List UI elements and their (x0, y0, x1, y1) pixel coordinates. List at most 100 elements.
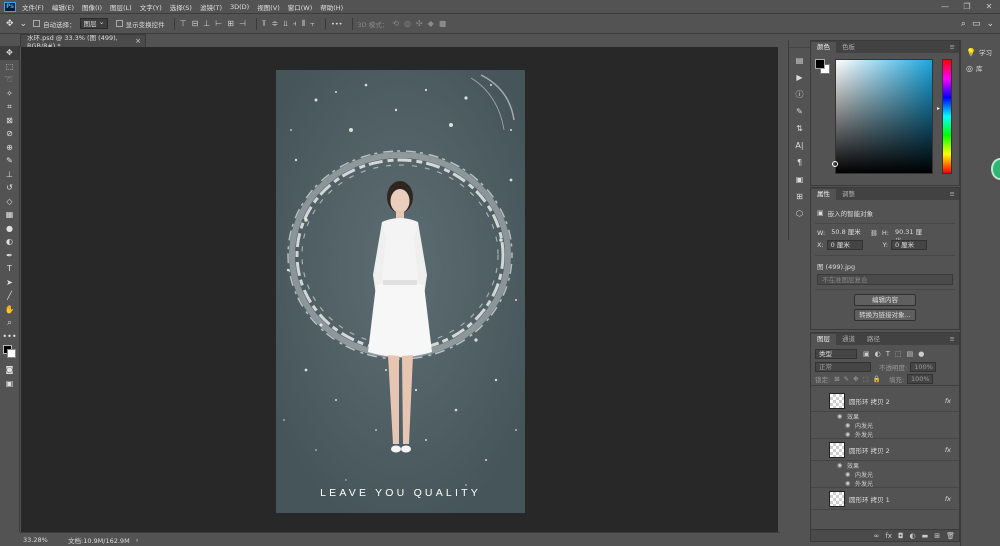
add-style-icon[interactable]: fx (885, 532, 892, 540)
fill-field[interactable]: 100% (907, 374, 934, 384)
hand-tool-icon[interactable]: ✋ (0, 303, 19, 317)
minimize-icon[interactable]: — (934, 2, 956, 11)
tab-adjustments[interactable]: 调整 (836, 189, 861, 200)
close-icon[interactable]: ✕ (978, 2, 1000, 11)
blur-tool-icon[interactable]: ● (0, 222, 19, 236)
roll-3d-icon[interactable]: ◎ (404, 19, 411, 28)
effect-item[interactable]: ◉ 内发光 (811, 470, 959, 479)
move-tool-icon[interactable]: ✥ (0, 46, 19, 60)
menu-file[interactable]: 文件(F) (22, 2, 44, 12)
new-layer-icon[interactable]: ⊞ (934, 532, 940, 540)
document-tab[interactable]: 水环.psd @ 33.3% (图 (499), RGB/8#) * × (20, 34, 146, 50)
info-panel-icon[interactable]: ⓘ (789, 86, 810, 103)
default-colors-icon[interactable] (0, 343, 19, 363)
layer-row[interactable]: 圆形环 拷贝 1 fx (811, 488, 959, 510)
width-value[interactable]: 50.8 厘米 (828, 228, 864, 238)
menu-select[interactable]: 选择(S) (170, 2, 192, 12)
foreground-color-swatch[interactable] (815, 59, 825, 69)
move-tool-icon[interactable]: ✥ (6, 19, 14, 29)
brush-tool-icon[interactable]: ✎ (0, 154, 19, 168)
align-left-icon[interactable]: ⊢ (215, 19, 222, 28)
panel-menu-icon[interactable]: ≡ (950, 334, 955, 345)
healing-brush-tool-icon[interactable]: ⊕ (0, 141, 19, 155)
brush-settings-icon[interactable]: ✎ (789, 103, 810, 120)
color-picker-field[interactable] (835, 59, 933, 174)
eye-icon[interactable]: ◉ (837, 462, 847, 469)
history-brush-tool-icon[interactable]: ↺ (0, 181, 19, 195)
effect-item[interactable]: ◉ 内发光 (811, 421, 959, 430)
auto-select-checkbox[interactable] (33, 20, 41, 27)
slide-3d-icon[interactable]: ◆ (428, 19, 434, 28)
eyedropper-tool-icon[interactable]: ⊘ (0, 127, 19, 141)
menu-layer[interactable]: 图层(L) (110, 2, 132, 12)
filter-type-icon[interactable]: T (886, 350, 890, 358)
distribute-right-icon[interactable]: ⫟ (310, 19, 315, 29)
new-adjustment-icon[interactable]: ◐ (910, 532, 916, 540)
lock-artboard-icon[interactable]: ⬚ (863, 375, 869, 383)
gradient-tool-icon[interactable]: ▦ (0, 208, 19, 222)
distribute-top-icon[interactable]: ⫪ (262, 19, 267, 29)
delete-layer-icon[interactable]: 🗑 (946, 532, 955, 540)
panel-menu-icon[interactable]: ≡ (950, 42, 955, 53)
distribute-hcenter-icon[interactable]: ⦀ (302, 19, 306, 29)
menu-help[interactable]: 帮助(H) (320, 2, 343, 12)
show-transform-checkbox[interactable] (115, 20, 123, 27)
document-canvas[interactable] (276, 70, 525, 513)
zoom-tool-icon[interactable]: ⌕ (0, 316, 19, 330)
height-value[interactable]: 90.31 厘米 (892, 228, 928, 245)
add-mask-icon[interactable]: ◘ (898, 532, 904, 540)
layer-fx-icon[interactable]: fx (945, 446, 951, 454)
hue-slider[interactable] (942, 59, 952, 174)
adjustments-icon[interactable]: ⇅ (789, 120, 810, 137)
opacity-field[interactable]: 100% (910, 361, 937, 372)
restore-icon[interactable]: ❐ (956, 2, 978, 11)
lock-all-icon[interactable]: 🔒 (873, 375, 881, 383)
distribute-bottom-icon[interactable]: ⫫ (283, 19, 288, 29)
distribute-left-icon[interactable]: ⫞ (293, 19, 297, 29)
menu-edit[interactable]: 编辑(E) (52, 2, 74, 12)
align-vcenter-icon[interactable]: ⊟ (192, 19, 199, 28)
convert-to-linked-button[interactable]: 转换为链接对象... (854, 309, 916, 321)
distribute-vcenter-icon[interactable]: ≑ (271, 19, 278, 28)
tab-close-icon[interactable]: × (135, 37, 141, 45)
color-picker-cursor[interactable] (832, 161, 838, 167)
layer-fx-icon[interactable]: fx (945, 397, 951, 405)
type-tool-icon[interactable]: T (0, 262, 19, 276)
tab-paths[interactable]: 路径 (861, 334, 886, 345)
menu-type[interactable]: 文字(Y) (140, 2, 162, 12)
filter-smart-icon[interactable]: ▤ (907, 350, 914, 358)
zoom-level[interactable]: 33.28% (20, 536, 52, 544)
tab-properties[interactable]: 属性 (811, 189, 836, 200)
link-size-icon[interactable]: ⛓ (870, 230, 878, 237)
effects-group[interactable]: ◉ 效果 (811, 461, 959, 470)
new-group-icon[interactable]: ▬ (922, 532, 929, 540)
effect-item[interactable]: ◉ 外发光 (811, 430, 959, 439)
workspace-icon[interactable]: ▭ (972, 19, 981, 29)
magic-wand-tool-icon[interactable]: ✧ (0, 87, 19, 101)
lock-position-icon[interactable]: ✥ (853, 375, 858, 383)
panel-menu-icon[interactable]: ≡ (950, 189, 955, 200)
pan-3d-icon[interactable]: ✣ (416, 19, 423, 28)
eye-icon[interactable]: ◉ (845, 471, 855, 478)
eye-icon[interactable]: ◉ (837, 413, 847, 420)
workspace-chevron-icon[interactable]: ⌄ (986, 19, 994, 29)
auto-select-dropdown[interactable]: 图层 (79, 17, 108, 29)
tab-channels[interactable]: 通道 (836, 334, 861, 345)
tab-color[interactable]: 颜色 (811, 42, 836, 53)
tab-layers[interactable]: 图层 (811, 334, 836, 345)
layer-row[interactable]: 圆形环 拷贝 2 fx (811, 439, 959, 461)
filter-kind-dropdown[interactable]: 类型 (815, 348, 857, 359)
filter-adjustment-icon[interactable]: ◐ (875, 350, 881, 358)
eraser-tool-icon[interactable]: ◇ (0, 195, 19, 209)
menu-filter[interactable]: 滤镜(T) (200, 2, 222, 12)
clone-stamp-tool-icon[interactable]: ⊥ (0, 168, 19, 182)
effects-group[interactable]: ◉ 效果 (811, 412, 959, 421)
tab-swatches[interactable]: 色板 (836, 42, 861, 53)
link-layers-icon[interactable]: ∞ (874, 532, 880, 540)
screen-mode-icon[interactable]: ▣ (0, 377, 19, 391)
channels-panel-icon[interactable]: ⊞ (789, 188, 810, 205)
align-bottom-icon[interactable]: ⊥ (203, 19, 210, 28)
character-panel-icon[interactable]: A| (789, 137, 810, 154)
actions-panel-icon[interactable]: ▶ (789, 69, 810, 86)
crop-tool-icon[interactable]: ⌗ (0, 100, 19, 114)
